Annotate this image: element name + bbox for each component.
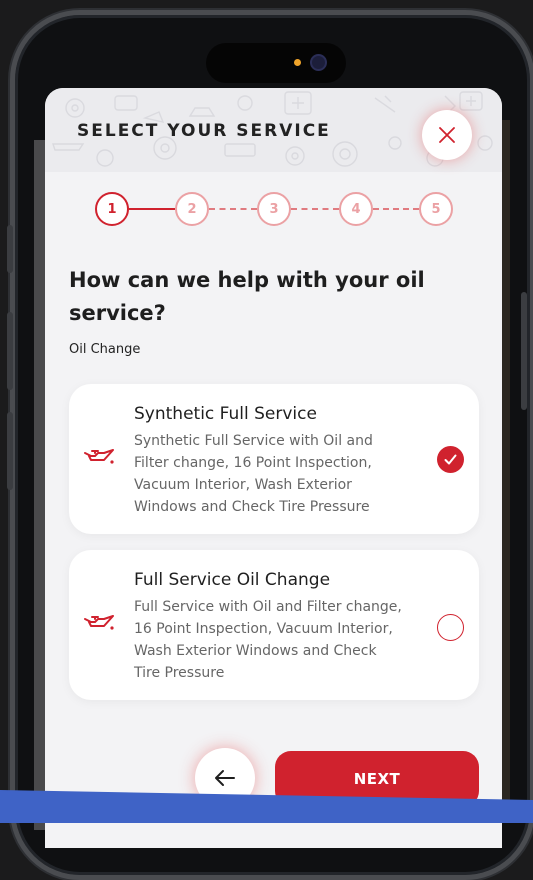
- service-title: Full Service Oil Change: [134, 570, 331, 590]
- close-icon: [439, 127, 455, 143]
- camera-lens: [310, 54, 327, 71]
- page-title: SELECT YOUR SERVICE: [77, 121, 331, 141]
- step-5: 5: [419, 192, 453, 226]
- step-connector: [209, 208, 257, 210]
- dynamic-island: [206, 43, 346, 83]
- service-option-card[interactable]: Synthetic Full Service Synthetic Full Se…: [69, 384, 479, 534]
- selected-radio[interactable]: [437, 446, 464, 473]
- side-button-mute: [7, 225, 13, 273]
- service-category: Oil Change: [69, 342, 141, 357]
- back-button[interactable]: [195, 748, 255, 808]
- arrow-left-icon: [215, 770, 235, 786]
- service-description: Full Service with Oil and Filter change,…: [134, 599, 402, 681]
- step-connector: [291, 208, 339, 210]
- step-4: 4: [339, 192, 373, 226]
- check-icon: [444, 454, 457, 465]
- side-button-power: [521, 292, 527, 410]
- side-button-volume-down: [7, 412, 13, 490]
- privacy-indicator: [294, 59, 301, 66]
- question-heading: How can we help with your oil service?: [69, 268, 425, 325]
- sheet-header: SELECT YOUR SERVICE: [45, 88, 502, 172]
- side-button-volume-up: [7, 312, 13, 390]
- close-button[interactable]: [422, 110, 472, 160]
- service-option-card[interactable]: Full Service Oil Change Full Service wit…: [69, 550, 479, 700]
- unselected-radio[interactable]: [437, 614, 464, 641]
- step-1: 1: [95, 192, 129, 226]
- oil-can-icon: [84, 449, 114, 464]
- next-button[interactable]: NEXT: [275, 751, 479, 807]
- service-description: Synthetic Full Service with Oil and Filt…: [134, 433, 373, 515]
- step-3: 3: [257, 192, 291, 226]
- step-connector: [129, 208, 175, 210]
- service-selection-sheet: SELECT YOUR SERVICE 1 2 3 4 5 How can we…: [45, 88, 502, 848]
- service-title: Synthetic Full Service: [134, 404, 317, 424]
- oil-can-icon: [84, 615, 114, 630]
- step-2: 2: [175, 192, 209, 226]
- step-connector: [373, 208, 419, 210]
- progress-stepper: 1 2 3 4 5: [95, 192, 455, 228]
